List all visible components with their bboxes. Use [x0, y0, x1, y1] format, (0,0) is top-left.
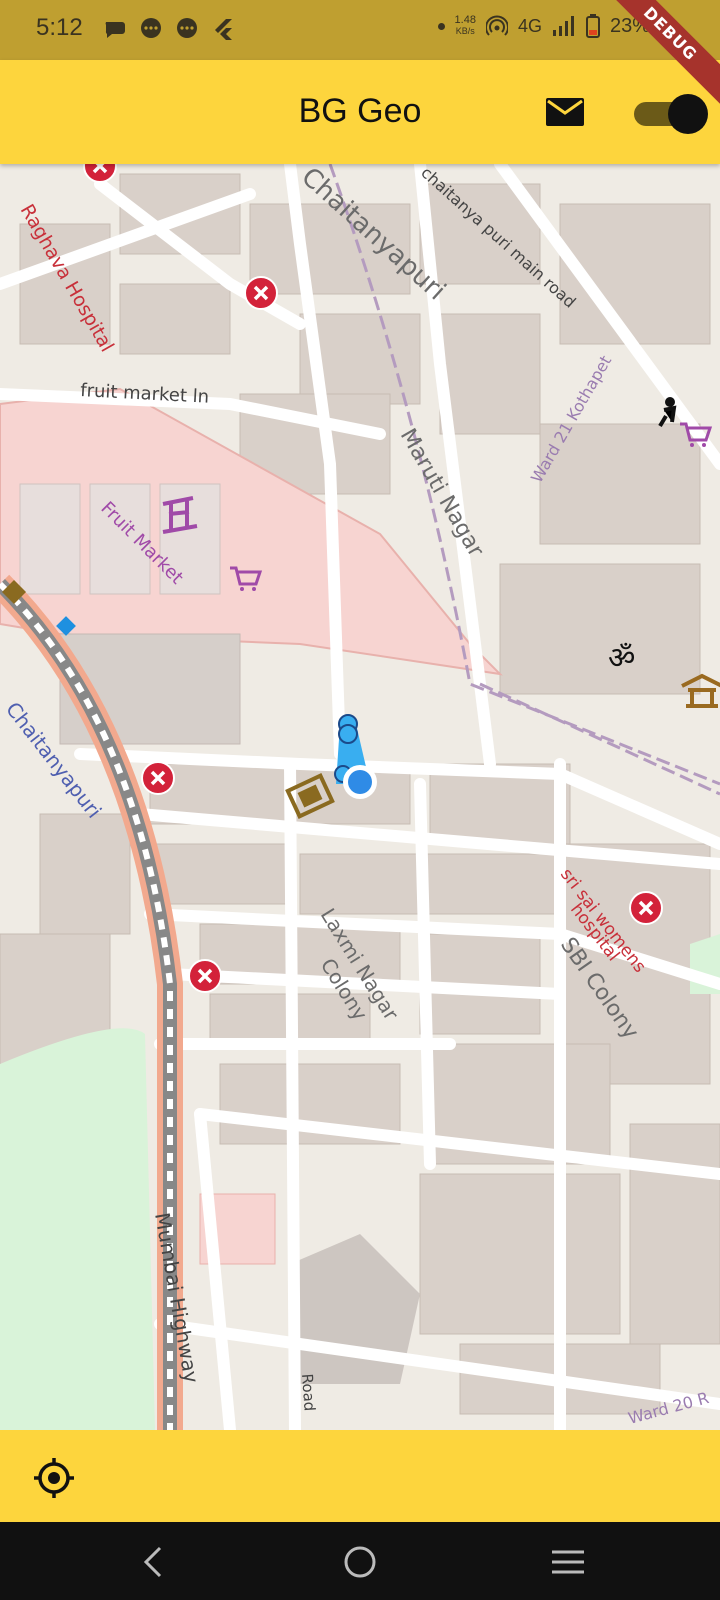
svg-text:ॐ: ॐ [608, 641, 635, 676]
chat-bubble-icon [105, 22, 125, 38]
hospital-marker[interactable] [141, 761, 175, 795]
label-road: Road [298, 1373, 319, 1412]
dot-indicator [437, 22, 445, 30]
message-icon [141, 18, 161, 38]
system-nav-bar [0, 1522, 720, 1600]
hospital-marker[interactable] [188, 959, 222, 993]
toggle-thumb [668, 94, 708, 134]
message-icon [177, 18, 197, 38]
status-bar: 5:12 1.48 KB/s 4G 23% [0, 0, 720, 60]
mail-icon[interactable] [544, 94, 586, 130]
home-icon[interactable] [340, 1542, 380, 1582]
notification-icons [102, 16, 236, 42]
bottom-toolbar [0, 1430, 720, 1522]
hospital-marker[interactable] [629, 891, 663, 925]
status-indicators: 1.48 KB/s 4G 23% [437, 14, 650, 38]
app-title: BG Geo [298, 92, 422, 130]
om-temple-icon: ॐ [608, 641, 635, 676]
signal-icon [552, 16, 574, 36]
gps-locate-icon[interactable] [32, 1456, 76, 1500]
current-location-marker[interactable] [348, 770, 372, 794]
battery-icon [585, 14, 600, 38]
network-type: 4G [517, 15, 542, 36]
app-bar: BG Geo [0, 60, 720, 164]
net-speed: 1.48 KB/s [454, 14, 476, 37]
park-area [0, 1028, 155, 1430]
status-time: 5:12 [36, 14, 83, 41]
back-icon[interactable] [134, 1542, 174, 1582]
map-view[interactable]: Raghava Hospital Chaitanyapuri chaitanya… [0, 164, 720, 1430]
tracking-toggle[interactable] [634, 94, 708, 134]
map-canvas[interactable]: Raghava Hospital Chaitanyapuri chaitanya… [0, 164, 720, 1430]
hospital-marker[interactable] [244, 276, 278, 310]
flutter-icon [215, 19, 232, 40]
hotspot-icon [485, 15, 508, 36]
recents-menu-icon[interactable] [548, 1542, 588, 1582]
